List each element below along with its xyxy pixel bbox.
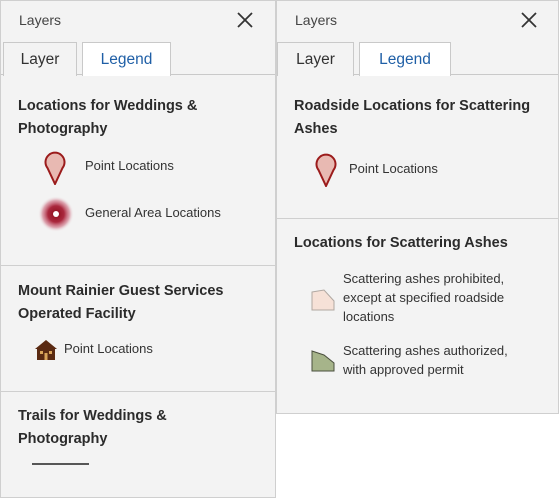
label-line: except at specified roadside xyxy=(343,290,505,305)
label-line: Scattering ashes prohibited, xyxy=(343,271,505,286)
area-glow-icon xyxy=(38,196,74,232)
legend-section-title: Mount Rainier Guest Services Operated Fa… xyxy=(18,280,223,326)
tab-layer[interactable]: Layer xyxy=(277,42,354,76)
section-title-line: Locations for Weddings & xyxy=(18,98,198,114)
panel-header: Layers xyxy=(1,1,275,41)
trail-line-icon xyxy=(32,463,89,465)
legend-item-label: General Area Locations xyxy=(85,205,221,220)
section-divider xyxy=(277,218,558,219)
section-divider xyxy=(1,265,275,266)
close-icon[interactable] xyxy=(235,10,255,30)
legend-item-label: Scattering ashes prohibited, except at s… xyxy=(343,269,504,326)
tab-legend[interactable]: Legend xyxy=(359,42,451,76)
section-title-line: Locations for Scattering Ashes xyxy=(294,235,508,251)
legend-item-label: Scattering ashes authorized, with approv… xyxy=(343,341,508,379)
label-line: locations xyxy=(343,309,395,324)
section-title-line: Trails for Weddings & xyxy=(18,408,167,424)
section-title-line: Photography xyxy=(18,431,108,447)
section-title-line: Roadside Locations for Scattering xyxy=(294,98,531,114)
section-divider xyxy=(1,391,275,392)
tab-layer[interactable]: Layer xyxy=(3,42,77,76)
tab-bar: Layer Legend xyxy=(1,41,275,76)
close-icon[interactable] xyxy=(519,10,539,30)
legend-section-title: Roadside Locations for Scattering Ashes xyxy=(294,95,530,141)
map-pin-icon xyxy=(315,153,337,187)
tab-legend[interactable]: Legend xyxy=(82,42,171,76)
legend-panel-left: Layers Layer Legend Locations for Weddin… xyxy=(0,0,276,498)
legend-section-title: Locations for Weddings & Photography xyxy=(18,95,197,141)
section-title-line: Photography xyxy=(18,121,108,137)
legend-section-title: Locations for Scattering Ashes xyxy=(294,232,508,255)
label-line: Scattering ashes authorized, xyxy=(343,343,508,358)
panel-title: Layers xyxy=(295,12,338,28)
legend-body: Locations for Weddings & Photography Poi… xyxy=(1,75,275,497)
label-line: with approved permit xyxy=(343,362,464,377)
panel-title: Layers xyxy=(19,12,62,28)
legend-panel-right: Layers Layer Legend Roadside Locations f… xyxy=(276,0,559,414)
section-title-line: Ashes xyxy=(294,121,338,137)
tab-bar: Layer Legend xyxy=(277,41,558,76)
legend-item-label: Point Locations xyxy=(85,158,174,173)
legend-item-label: Point Locations xyxy=(349,161,438,176)
section-title-line: Mount Rainier Guest Services xyxy=(18,283,224,299)
lodge-icon xyxy=(35,340,57,360)
authorized-area-icon xyxy=(311,350,335,372)
legend-body: Roadside Locations for Scattering Ashes … xyxy=(277,75,558,413)
legend-item-label: Point Locations xyxy=(64,341,153,356)
legend-section-title: Trails for Weddings & Photography xyxy=(18,405,167,451)
map-pin-icon xyxy=(44,151,66,185)
prohibited-area-icon xyxy=(311,289,335,311)
panel-header: Layers xyxy=(277,1,558,41)
section-title-line: Operated Facility xyxy=(18,306,136,322)
